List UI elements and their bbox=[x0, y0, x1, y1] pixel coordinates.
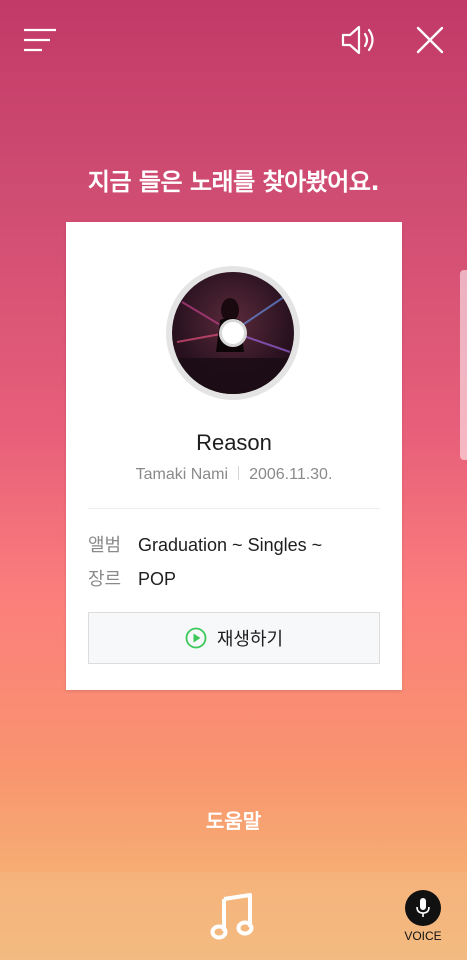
play-circle-icon bbox=[185, 627, 207, 649]
music-search-button[interactable] bbox=[206, 888, 262, 944]
play-button[interactable]: 재생하기 bbox=[88, 612, 380, 664]
card-divider bbox=[88, 508, 380, 509]
album-art-disc bbox=[166, 266, 300, 400]
meta-separator bbox=[238, 466, 240, 480]
voice-label: VOICE bbox=[404, 929, 442, 943]
song-result-card: Reason Tamaki Nami 2006.11.30. 앨범 Graduati… bbox=[66, 222, 402, 690]
disc-center-hole bbox=[219, 319, 247, 347]
voice-search-button[interactable]: VOICE bbox=[398, 890, 448, 946]
album-cover-image bbox=[172, 272, 294, 394]
music-note-icon bbox=[210, 893, 254, 940]
menu-button[interactable] bbox=[20, 22, 60, 58]
release-date: 2006.11.30. bbox=[249, 466, 333, 483]
close-button[interactable] bbox=[408, 20, 452, 60]
help-link[interactable]: 도움말 bbox=[0, 805, 467, 834]
song-title: Reason bbox=[196, 430, 272, 455]
menu-icon bbox=[24, 28, 56, 52]
microphone-icon bbox=[416, 898, 430, 917]
side-handle[interactable] bbox=[460, 270, 467, 460]
voice-button-circle bbox=[405, 890, 441, 926]
sound-button[interactable] bbox=[336, 20, 382, 60]
result-headline: 지금 들은 노래를 찾아봤어요. bbox=[87, 168, 380, 196]
top-bar bbox=[0, 0, 467, 80]
artist-name[interactable]: Tamaki Nami bbox=[136, 466, 228, 483]
play-button-label: 재생하기 bbox=[216, 629, 284, 650]
speaker-icon bbox=[341, 25, 374, 55]
genre-value: POP bbox=[138, 569, 177, 589]
close-icon bbox=[416, 26, 444, 54]
genre-label: 장르 bbox=[88, 569, 122, 589]
album-value[interactable]: Graduation ~ Singles ~ bbox=[138, 535, 322, 555]
album-label: 앨범 bbox=[88, 535, 122, 555]
album-row: 앨범 Graduation ~ Singles ~ bbox=[88, 531, 322, 557]
song-meta: Tamaki Nami 2006.11.30. bbox=[66, 466, 402, 484]
genre-row: 장르 POP bbox=[88, 565, 176, 591]
